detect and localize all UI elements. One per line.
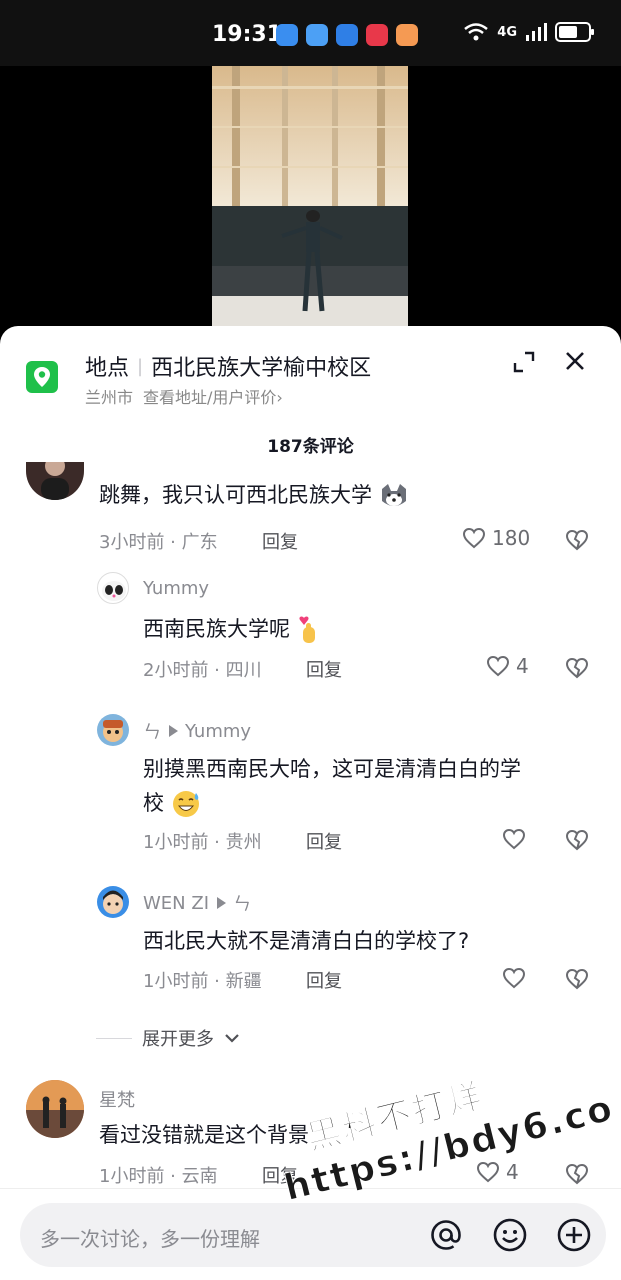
location-link[interactable]: 查看地址/用户评价 — [143, 388, 276, 407]
video-player[interactable] — [0, 66, 621, 336]
location-separator: | — [137, 355, 144, 377]
comment-author[interactable]: 星梵 — [99, 1086, 135, 1112]
comment-input[interactable]: 多一次讨论，多一份理解 — [20, 1203, 606, 1267]
cell-signal-icon — [526, 23, 547, 41]
video-app-icon — [366, 24, 388, 46]
heart-icon — [502, 828, 526, 850]
heart-icon — [486, 655, 510, 677]
finger-heart-emoji — [297, 615, 321, 645]
comment-text: 跳舞，我只认可西北民族大学 — [99, 478, 409, 512]
video-frame[interactable] — [212, 66, 408, 336]
broken-heart-icon[interactable] — [565, 528, 589, 552]
like-count: 180 — [492, 526, 531, 550]
like-button[interactable] — [502, 967, 532, 989]
add-icon[interactable] — [556, 1217, 592, 1253]
play-right-icon — [169, 725, 178, 737]
status-right: 4G — [463, 22, 594, 42]
chevron-right-icon: › — [276, 388, 283, 407]
avatar[interactable] — [26, 1080, 84, 1138]
video-still — [212, 66, 408, 336]
reply-button[interactable]: 回复 — [262, 1162, 298, 1188]
play-right-icon — [217, 897, 226, 909]
message-app-icon — [276, 24, 298, 46]
reply-meta: 1小时前 · 贵州 — [143, 832, 262, 853]
location-city: 兰州市 — [85, 388, 134, 407]
reply-author[interactable]: WEN ZI ㄣ — [143, 890, 251, 916]
close-icon[interactable] — [563, 349, 587, 373]
notification-icons — [276, 24, 418, 46]
network-type: 4G — [497, 24, 517, 40]
like-button[interactable]: 180 — [462, 526, 530, 550]
broken-heart-icon[interactable] — [565, 828, 589, 852]
reply-text: 西北民大就不是清清白白的学校了? — [143, 929, 470, 953]
like-button[interactable] — [502, 828, 532, 850]
avatar[interactable] — [26, 462, 84, 500]
chevron-down-icon — [225, 1034, 239, 1043]
reply-text: 西南民族大学呢 — [143, 612, 321, 646]
reply-button[interactable]: 回复 — [306, 967, 342, 993]
reply-button[interactable]: 回复 — [262, 528, 298, 554]
comment-meta: 1小时前 · 云南 — [99, 1166, 218, 1187]
emoji-icon[interactable] — [492, 1217, 528, 1253]
location-title[interactable]: 地点 | 西北民族大学榆中校区 — [85, 350, 371, 382]
wifi-icon — [464, 23, 489, 41]
status-time: 19:31 — [212, 22, 283, 47]
reply-button[interactable]: 回复 — [306, 656, 342, 682]
expand-icon[interactable] — [512, 350, 536, 374]
at-mention-icon[interactable] — [428, 1217, 464, 1253]
comment-input-placeholder: 多一次讨论，多一份理解 — [40, 1227, 260, 1251]
battery-icon — [555, 22, 594, 42]
like-count: 4 — [506, 1160, 519, 1184]
comment-meta: 3小时前 · 广东 — [99, 532, 218, 553]
comment-input-bar: 多一次讨论，多一份理解 — [0, 1188, 621, 1280]
location-pin-icon — [26, 361, 58, 393]
expand-more-button[interactable]: 展开更多 — [96, 1025, 240, 1051]
divider-line — [96, 1037, 132, 1039]
like-count: 4 — [516, 654, 529, 678]
heart-icon — [476, 1161, 500, 1183]
reply-text: 别摸黑西南民大哈，这可是清清白白的学 校 — [143, 752, 593, 820]
comment-panel: 地点 | 西北民族大学榆中校区 兰州市 查看地址/用户评价› 187条评论 跳舞，… — [0, 326, 621, 1280]
reply-button[interactable]: 回复 — [306, 828, 342, 854]
reply-author[interactable]: Yummy — [143, 578, 209, 599]
heart-icon — [502, 967, 526, 989]
reply-meta: 1小时前 · 新疆 — [143, 971, 262, 992]
location-label: 地点 — [85, 356, 130, 381]
sweat-smile-emoji — [171, 789, 201, 819]
location-name: 西北民族大学榆中校区 — [151, 356, 372, 381]
like-button[interactable]: 4 — [486, 654, 529, 678]
like-button[interactable]: 4 — [476, 1160, 519, 1184]
location-subtitle[interactable]: 兰州市 查看地址/用户评价› — [85, 384, 283, 408]
orange-app-icon — [396, 24, 418, 46]
signal-app-icon — [306, 24, 328, 46]
broken-heart-icon[interactable] — [565, 1162, 589, 1186]
comment-list[interactable]: 跳舞，我只认可西北民族大学 3小时前 · 广东 回复 180 Yummy 西南民… — [0, 462, 621, 1190]
avatar[interactable] — [97, 572, 129, 604]
status-bar: 19:31 4G — [0, 0, 621, 66]
comment-text: 看过没错就是这个背景 — [99, 1123, 309, 1147]
husky-face-emoji — [379, 483, 409, 509]
broken-heart-icon[interactable] — [565, 967, 589, 991]
reply-meta: 2小时前 · 四川 — [143, 660, 262, 681]
broken-heart-icon[interactable] — [565, 656, 589, 680]
globe-app-icon — [336, 24, 358, 46]
reply-author[interactable]: ㄣ Yummy — [143, 718, 251, 744]
comment-count: 187条评论 — [267, 437, 354, 457]
avatar[interactable] — [97, 886, 129, 918]
avatar[interactable] — [97, 714, 129, 746]
heart-icon — [462, 527, 486, 549]
